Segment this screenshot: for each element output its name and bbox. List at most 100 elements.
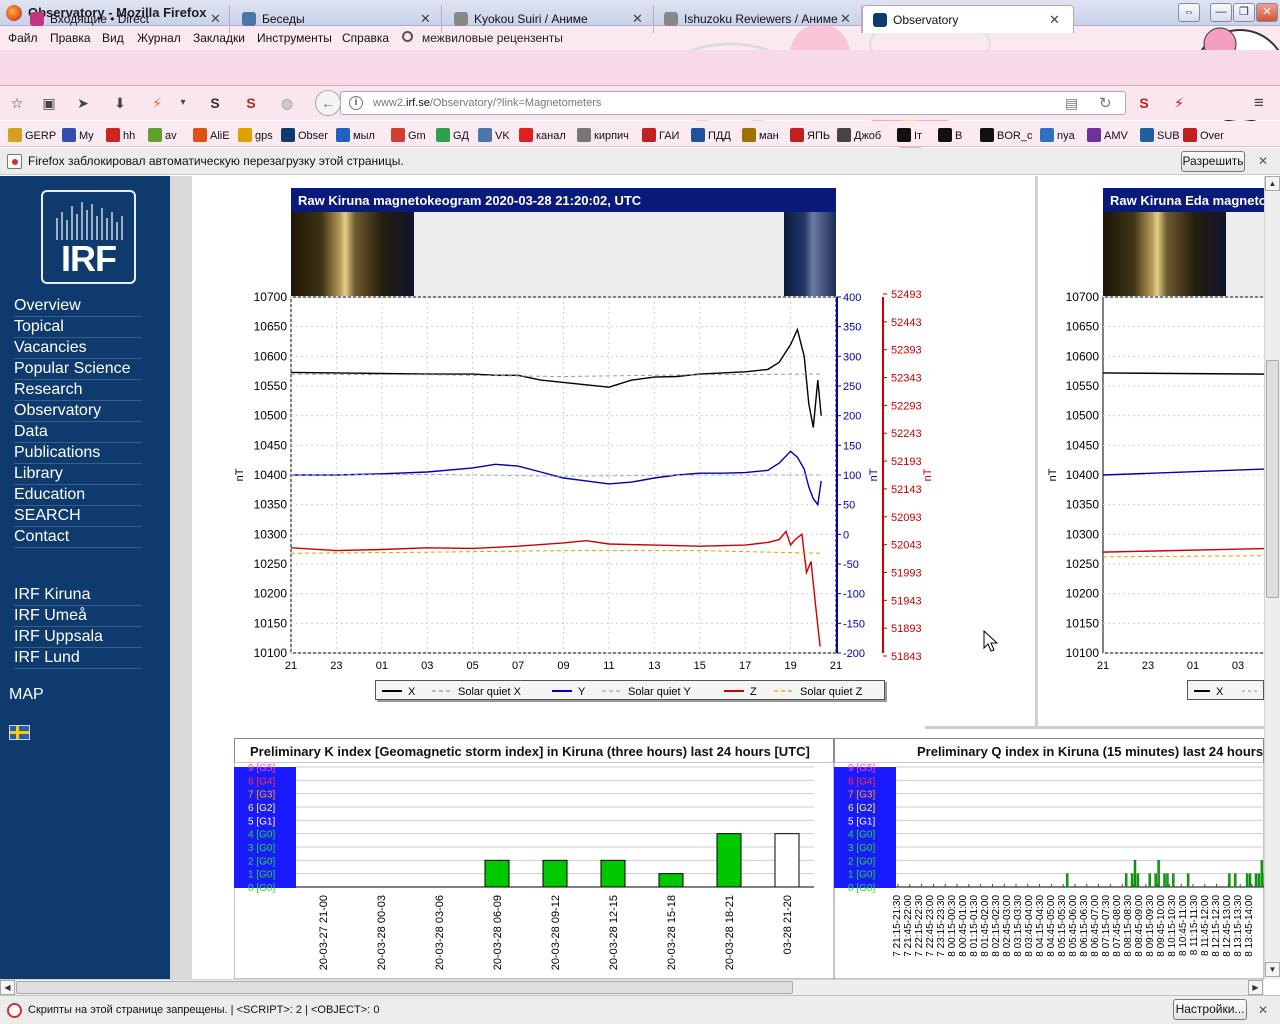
tab-observatory[interactable]: Observatory ✕ <box>862 5 1074 33</box>
tab-close-icon[interactable]: ✕ <box>632 11 643 27</box>
bookmark-item[interactable]: мыл <box>336 128 375 142</box>
tab-close-icon[interactable]: ✕ <box>210 11 221 27</box>
sidebar-link-education[interactable]: Education <box>14 485 142 506</box>
bookmark-item[interactable]: nya <box>1040 128 1075 142</box>
bookmark-item[interactable]: gps <box>238 128 273 142</box>
y-left-axis-label: nT <box>234 468 246 481</box>
sidebar-link-site[interactable]: IRF Lund <box>14 648 142 669</box>
tab-label: Observatory <box>893 13 959 27</box>
x-tick-label: 8 08:45-09:00 <box>1134 895 1145 957</box>
scroll-up-icon[interactable]: ▲ <box>1265 176 1280 191</box>
sidebar-link-research[interactable]: Research <box>14 380 142 401</box>
noscript-status-icon[interactable] <box>7 1003 22 1018</box>
tab-kyokou-suiri[interactable]: Kyokou Suiri / Аниме ✕ <box>444 5 654 33</box>
horizontal-scroll-thumb[interactable] <box>16 981 793 994</box>
menu-bookmarks[interactable]: Закладки <box>193 31 245 45</box>
close-status-icon[interactable]: ✕ <box>1258 1003 1268 1017</box>
bookmark-item[interactable]: SUB <box>1140 128 1180 142</box>
bookmark-star-icon[interactable]: ☆ <box>8 95 26 111</box>
bookmark-item[interactable]: Over <box>1183 128 1224 142</box>
flash-icon[interactable]: ⚡ <box>148 95 166 111</box>
menu-help[interactable]: Справка <box>342 31 389 45</box>
hamburger-menu-icon[interactable]: ≡ <box>1250 94 1268 111</box>
noscript-icon[interactable]: S <box>1135 95 1153 111</box>
site-info-icon[interactable]: i <box>349 96 363 110</box>
swedish-flag-icon[interactable] <box>9 725 30 740</box>
menu-view[interactable]: Вид <box>102 31 124 45</box>
back-button[interactable]: ← <box>315 90 341 116</box>
bookmark-favicon-icon <box>62 128 76 142</box>
bookmark-item[interactable]: Gm <box>391 128 426 142</box>
y-left-tick-label: 10500 <box>1066 409 1100 423</box>
scroll-down-icon[interactable]: ▼ <box>1265 962 1280 977</box>
y-mid-tick-label: 350 <box>843 322 861 334</box>
sidebar-link-publications[interactable]: Publications <box>14 443 142 464</box>
allow-refresh-button[interactable]: Разрешить <box>1181 151 1245 172</box>
url-bar[interactable]: ← i www2.irf.se/Observatory/?link=Magnet… <box>315 90 1126 116</box>
bookmark-item[interactable]: канал <box>519 128 566 142</box>
send-icon[interactable]: ➤ <box>74 95 92 111</box>
bookmark-item[interactable]: GERP <box>8 128 56 142</box>
y-right-tick-label: 52093 <box>891 512 922 524</box>
tab-ishuzoku-reviewers[interactable]: Ishuzoku Reviewers / Аниме ✕ <box>654 5 862 33</box>
bookmark-item[interactable]: ман <box>742 128 779 142</box>
bookmark-item[interactable]: ГАИ <box>642 128 679 142</box>
tab-close-icon[interactable]: ✕ <box>840 11 851 27</box>
horizontal-scrollbar[interactable]: ◀ ▶ <box>0 979 1264 995</box>
menu-edit[interactable]: Правка <box>50 31 91 45</box>
sidebar-link-vacancies[interactable]: Vacancies <box>14 338 142 359</box>
scroll-left-icon[interactable]: ◀ <box>0 980 15 995</box>
downloads-icon[interactable]: ⬇ <box>111 95 129 111</box>
vertical-scroll-thumb[interactable] <box>1266 360 1279 598</box>
bookmark-item[interactable]: Iт <box>897 128 922 142</box>
menu-tools[interactable]: Инструменты <box>257 31 332 45</box>
tab-vk-chats[interactable]: Беседы ✕ <box>232 5 442 33</box>
bookmark-item[interactable]: hh <box>106 128 135 142</box>
bookmark-item[interactable]: AliE <box>193 128 230 142</box>
menu-history[interactable]: Журнал <box>137 31 181 45</box>
menu-file[interactable]: Файл <box>8 31 38 45</box>
bookmark-item[interactable]: ПДД <box>691 128 731 142</box>
bookmark-item[interactable]: кирпич <box>577 128 629 142</box>
y-tick-label: 2 [G0] <box>248 856 275 867</box>
x-tick-label: 8 02:45-03:00 <box>1002 895 1013 957</box>
sidebar-link-topical[interactable]: Topical <box>14 317 142 338</box>
bookmark-item[interactable]: av <box>148 128 177 142</box>
bookmark-item[interactable]: Obser <box>281 128 328 142</box>
noscript-icon[interactable]: S <box>206 95 224 111</box>
sidebar-link-library[interactable]: Library <box>14 464 142 485</box>
library-icon[interactable]: ▣ <box>40 95 58 111</box>
reader-view-icon[interactable]: ▤ <box>1065 95 1078 112</box>
scroll-right-icon[interactable]: ▶ <box>1248 980 1263 995</box>
vertical-scrollbar[interactable]: ▲ ▼ <box>1264 176 1280 979</box>
dropdown-arrow-icon[interactable]: ▾ <box>174 95 192 111</box>
bookmark-item[interactable]: B <box>938 128 962 142</box>
bookmark-item[interactable]: BOR_c <box>980 128 1032 142</box>
sidebar-link-site[interactable]: IRF Uppsala <box>14 627 142 648</box>
reload-icon[interactable]: ↻ <box>1099 94 1112 112</box>
sidebar-link-popular-science[interactable]: Popular Science <box>14 359 142 380</box>
bookmark-item[interactable]: GД <box>436 128 469 142</box>
bookmark-item[interactable]: AMV <box>1087 128 1128 142</box>
sidebar-link-site[interactable]: IRF Umeå <box>14 606 142 627</box>
flash-player-icon[interactable]: ⚡ <box>1170 95 1188 111</box>
noscript-settings-button[interactable]: Настройки... <box>1173 999 1247 1020</box>
bookmark-item[interactable]: Джоб <box>837 128 881 142</box>
sidebar-link-contact[interactable]: Contact <box>14 527 142 548</box>
sidebar-link-site[interactable]: IRF Kiruna <box>14 585 142 606</box>
sidebar-link-map[interactable]: MAP <box>9 686 44 704</box>
bookmark-item[interactable]: My <box>62 128 94 142</box>
noscript-blocked-icon[interactable]: S <box>242 95 260 111</box>
sidebar-link-observatory[interactable]: Observatory <box>14 401 142 422</box>
sidebar-link-search[interactable]: SEARCH <box>14 506 142 527</box>
sidebar-link-overview[interactable]: Overview <box>14 296 142 317</box>
globe-icon[interactable]: ◍ <box>278 95 296 111</box>
tab-close-icon[interactable]: ✕ <box>1049 12 1060 28</box>
irf-logo[interactable]: IRF <box>41 190 136 284</box>
tab-close-icon[interactable]: ✕ <box>420 11 431 27</box>
close-notification-icon[interactable]: ✕ <box>1258 154 1268 168</box>
tab-instagram-direct[interactable]: Входящие • Direct ✕ <box>20 5 230 33</box>
bookmark-item[interactable]: VK <box>478 128 510 142</box>
sidebar-link-data[interactable]: Data <box>14 422 142 443</box>
bookmark-item[interactable]: ЯПЬ <box>790 128 830 142</box>
